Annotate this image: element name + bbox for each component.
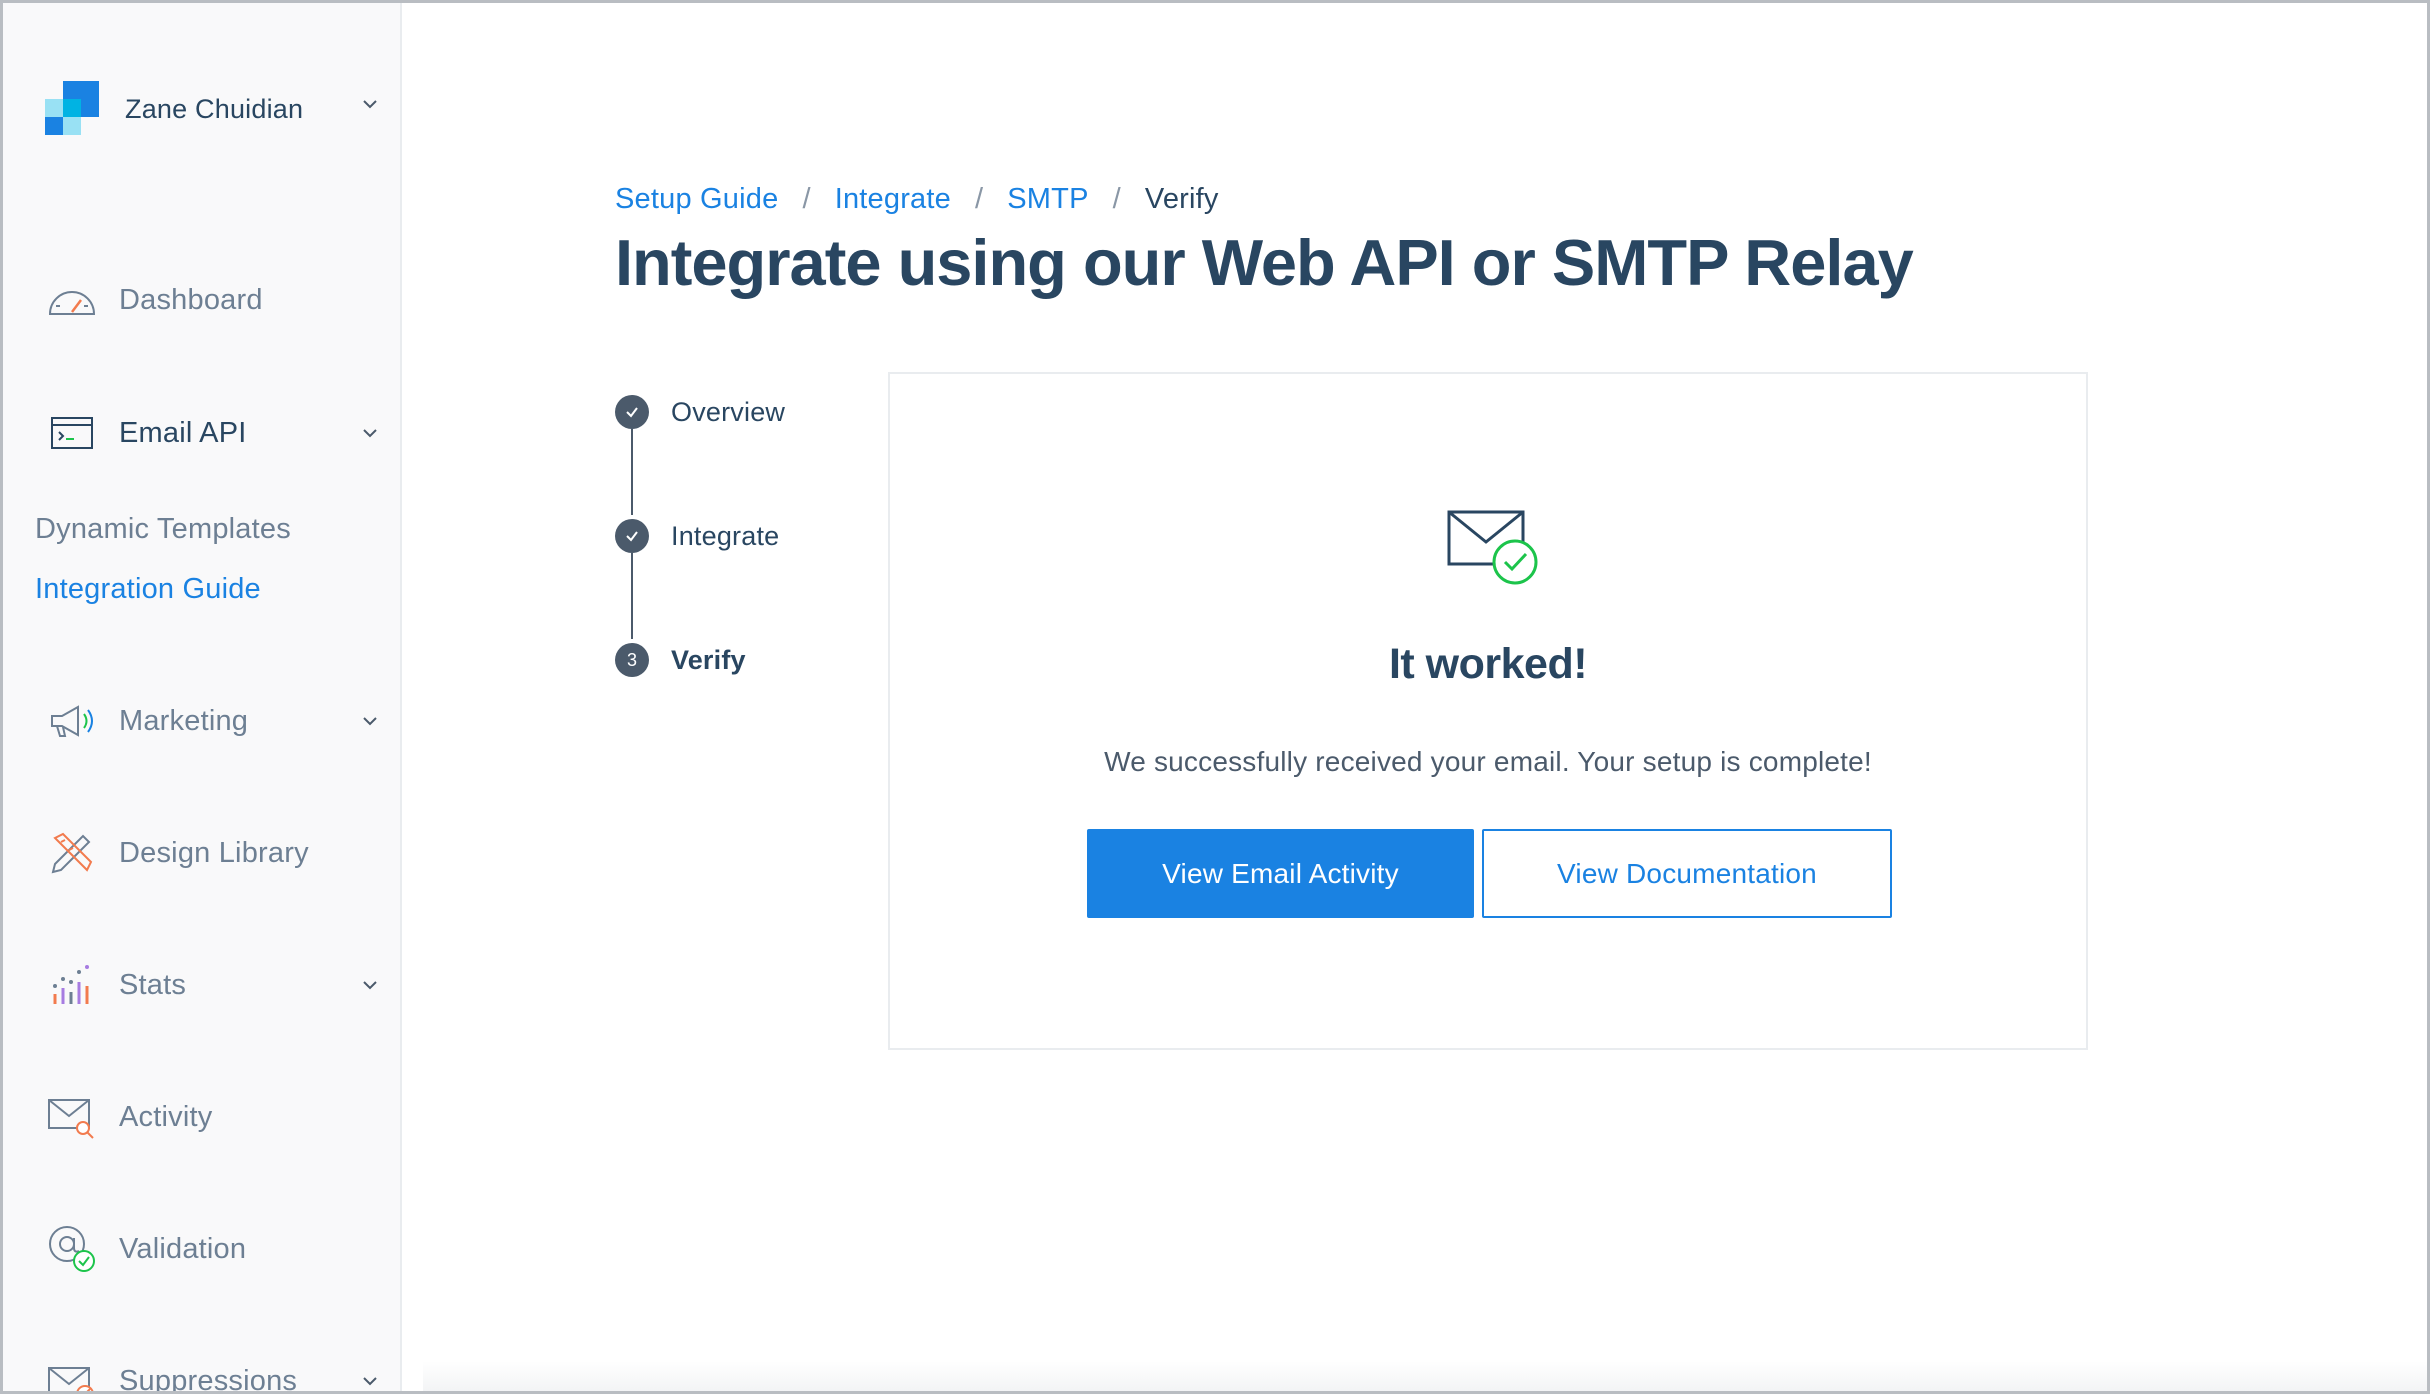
sidebar-subitem-dynamic-templates[interactable]: Dynamic Templates: [35, 513, 291, 546]
breadcrumb-separator: /: [1112, 183, 1121, 215]
breadcrumb-separator: /: [802, 183, 811, 215]
app-window: Zane Chuidian Dashboard Email API Dynami…: [0, 0, 2430, 1394]
account-name: Zane Chuidian: [125, 93, 304, 124]
envelope-search-icon: [45, 1090, 99, 1144]
chevron-down-icon[interactable]: [355, 706, 385, 736]
step-integrate[interactable]: Integrate: [615, 518, 779, 554]
sidebar-item-validation[interactable]: Validation: [45, 1219, 385, 1279]
sidebar-item-stats[interactable]: Stats: [45, 955, 385, 1015]
terminal-window-icon: [45, 406, 99, 460]
verify-result-card: It worked! We successfully received your…: [888, 372, 2088, 1050]
sidebar-item-label: Validation: [119, 1232, 247, 1265]
sidebar-item-suppressions[interactable]: Suppressions: [45, 1351, 385, 1394]
breadcrumb-link-smtp[interactable]: SMTP: [1007, 183, 1088, 216]
pencil-ruler-icon: [45, 826, 99, 880]
view-documentation-button[interactable]: View Documentation: [1482, 829, 1892, 918]
sidebar-item-label: Activity: [119, 1100, 213, 1133]
success-message: We successfully received your email. You…: [1104, 746, 1872, 777]
sidebar-item-label: Design Library: [119, 836, 309, 869]
view-email-activity-button[interactable]: View Email Activity: [1087, 829, 1474, 918]
bottom-scroll-shadow: [423, 1361, 2427, 1391]
page-title: Integrate using our Web API or SMTP Rela…: [615, 226, 1914, 299]
breadcrumb-separator: /: [974, 183, 984, 215]
step-overview[interactable]: Overview: [615, 394, 785, 430]
sidebar-subitem-integration-guide[interactable]: Integration Guide: [35, 573, 261, 606]
check-icon: [615, 519, 649, 553]
breadcrumb-link-setup-guide[interactable]: Setup Guide: [615, 183, 778, 216]
step-verify: 3 Verify: [615, 642, 746, 678]
chevron-down-icon[interactable]: [355, 89, 385, 119]
envelope-check-icon: [1447, 510, 1538, 585]
step-label: Verify: [671, 644, 746, 675]
sidebar-item-label: Marketing: [119, 704, 249, 737]
chevron-down-icon[interactable]: [355, 418, 385, 448]
megaphone-icon: [45, 694, 99, 748]
breadcrumb-current: Verify: [1144, 183, 1219, 215]
check-icon: [615, 395, 649, 429]
step-label: Overview: [671, 396, 786, 427]
breadcrumb: Setup Guide / Integrate / SMTP / Verify: [615, 183, 1219, 216]
sidebar-item-label: Stats: [119, 968, 187, 1001]
envelope-block-icon: [45, 1354, 99, 1391]
sidebar: Zane Chuidian Dashboard Email API Dynami…: [3, 3, 402, 1391]
chevron-down-icon[interactable]: [355, 970, 385, 1000]
at-sign-check-icon: [45, 1222, 99, 1276]
account-switcher[interactable]: Zane Chuidian: [45, 79, 385, 139]
dashboard-gauge-icon: [45, 273, 99, 327]
sidebar-item-email-api[interactable]: Email API: [45, 403, 385, 463]
breadcrumb-link-integrate[interactable]: Integrate: [835, 183, 951, 216]
success-heading: It worked!: [1388, 640, 1588, 688]
sidebar-item-design-library[interactable]: Design Library: [45, 823, 385, 883]
sidebar-item-label: Suppressions: [119, 1364, 298, 1394]
stepper-connector: [631, 553, 633, 639]
step-label: Integrate: [671, 520, 780, 551]
chevron-down-icon[interactable]: [355, 1366, 385, 1394]
sidebar-item-label: Dashboard: [119, 283, 263, 316]
progress-stepper: Overview Integrate 3 Verify: [615, 393, 835, 693]
step-number: 3: [615, 643, 649, 677]
sidebar-item-label: Email API: [119, 416, 247, 449]
sidebar-item-dashboard[interactable]: Dashboard: [45, 270, 385, 330]
stepper-connector: [631, 429, 633, 515]
sendgrid-logo-icon: [45, 81, 99, 137]
sidebar-item-marketing[interactable]: Marketing: [45, 691, 385, 751]
sidebar-item-activity[interactable]: Activity: [45, 1087, 385, 1147]
bar-chart-icon: [45, 958, 99, 1012]
